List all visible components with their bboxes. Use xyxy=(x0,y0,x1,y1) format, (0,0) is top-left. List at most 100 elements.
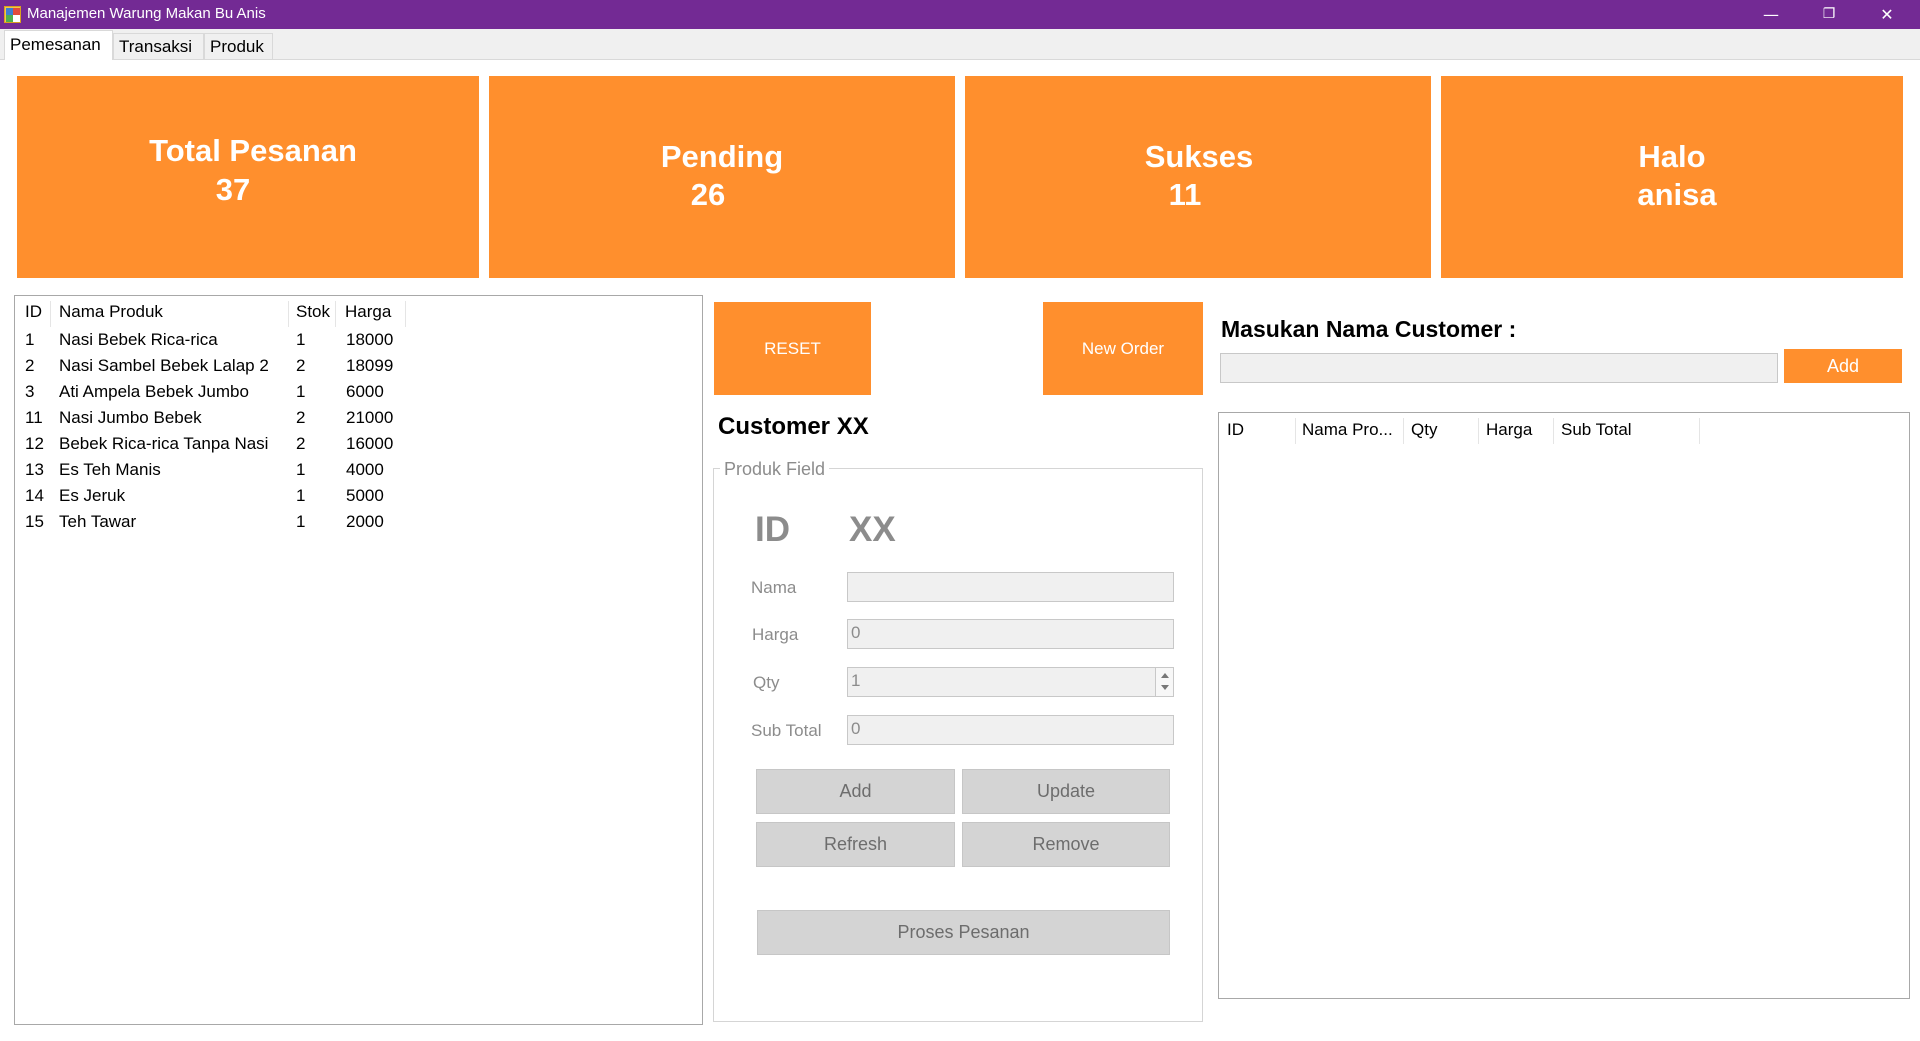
col-header-qty[interactable]: Qty xyxy=(1411,420,1437,444)
halo-user-tile: Halo anisa xyxy=(1441,76,1903,278)
title-bar xyxy=(0,0,1920,29)
minimize-button[interactable]: — xyxy=(1742,0,1800,29)
col-header-nama-produk[interactable]: Nama Pro... xyxy=(1302,420,1393,444)
close-button[interactable]: ✕ xyxy=(1858,0,1916,29)
product-id: 3 xyxy=(25,382,35,401)
product-price: 18000 xyxy=(346,330,394,349)
sukses-label: Sukses xyxy=(1144,139,1254,174)
produk-field-label: Produk Field xyxy=(720,459,830,480)
product-row[interactable]: 13 Es Teh Manis 1 4000 xyxy=(15,460,695,486)
total-pesanan-tile: Total Pesanan 37 xyxy=(17,76,479,278)
tab-produk[interactable]: Produk xyxy=(204,33,273,59)
product-stock: 1 xyxy=(296,486,306,505)
order-list[interactable]: ID Nama Pro... Qty Harga Sub Total xyxy=(1218,412,1910,999)
product-price: 6000 xyxy=(346,382,384,401)
spin-down-icon[interactable] xyxy=(1161,685,1169,690)
total-pesanan-value: 37 xyxy=(215,172,251,207)
product-price: 21000 xyxy=(346,408,394,427)
product-price: 16000 xyxy=(346,434,394,453)
qty-stepper[interactable]: 1 xyxy=(847,667,1174,697)
col-header-stok[interactable]: Stok xyxy=(296,302,330,326)
column-divider[interactable] xyxy=(1699,418,1700,444)
restore-button[interactable]: ❐ xyxy=(1800,0,1858,29)
subtotal-label: Sub Total xyxy=(751,721,822,740)
column-divider[interactable] xyxy=(405,301,406,327)
column-divider[interactable] xyxy=(1478,418,1479,444)
customer-name-prompt: Masukan Nama Customer : xyxy=(1221,316,1517,342)
product-id: 12 xyxy=(25,434,44,453)
product-name: Es Teh Manis xyxy=(59,460,161,479)
col-header-id[interactable]: ID xyxy=(1227,420,1244,444)
tab-pemesanan[interactable]: Pemesanan xyxy=(4,30,113,60)
product-stock: 2 xyxy=(296,356,306,375)
qty-value: 1 xyxy=(851,671,861,690)
product-row[interactable]: 1 Nasi Bebek Rica-rica 1 18000 xyxy=(15,330,695,356)
column-divider[interactable] xyxy=(50,301,51,327)
col-header-sub-total[interactable]: Sub Total xyxy=(1561,420,1632,444)
col-header-id[interactable]: ID xyxy=(25,302,42,326)
harga-label: Harga xyxy=(752,625,799,644)
product-row[interactable]: 12 Bebek Rica-rica Tanpa Nasi 2 16000 xyxy=(15,434,695,460)
id-value: XX xyxy=(849,510,896,549)
nama-label: Nama xyxy=(751,578,797,597)
product-id: 15 xyxy=(25,512,44,531)
qty-label: Qty xyxy=(753,673,780,692)
update-item-button[interactable]: Update xyxy=(962,769,1170,814)
subtotal-field[interactable]: 0 xyxy=(847,715,1174,745)
product-stock: 1 xyxy=(296,460,306,479)
product-name: Nasi Jumbo Bebek xyxy=(59,408,202,427)
new-order-button[interactable]: New Order xyxy=(1043,302,1203,395)
product-id: 11 xyxy=(25,408,43,427)
customer-name-input[interactable] xyxy=(1220,353,1778,383)
product-name: Nasi Sambel Bebek Lalap 2 xyxy=(59,356,269,375)
col-header-harga[interactable]: Harga xyxy=(1486,420,1532,444)
add-customer-button[interactable]: Add xyxy=(1784,349,1902,383)
product-row[interactable]: 2 Nasi Sambel Bebek Lalap 2 2 18099 xyxy=(15,356,695,382)
total-pesanan-label: Total Pesanan xyxy=(149,133,357,168)
pending-tile: Pending 26 xyxy=(489,76,955,278)
product-stock: 1 xyxy=(296,382,306,401)
window-title: Manajemen Warung Makan Bu Anis xyxy=(27,5,266,22)
tab-strip xyxy=(0,29,1920,59)
column-divider[interactable] xyxy=(1295,418,1296,444)
product-stock: 1 xyxy=(296,330,306,349)
product-row[interactable]: 11 Nasi Jumbo Bebek 2 21000 xyxy=(15,408,695,434)
customer-heading: Customer XX xyxy=(718,413,869,440)
tab-transaksi[interactable]: Transaksi xyxy=(113,33,204,59)
product-row[interactable]: 15 Teh Tawar 1 2000 xyxy=(15,512,695,538)
column-divider[interactable] xyxy=(335,301,336,327)
app-icon xyxy=(4,6,21,23)
col-header-nama-produk[interactable]: Nama Produk xyxy=(59,302,163,326)
proses-pesanan-button[interactable]: Proses Pesanan xyxy=(757,910,1170,955)
product-stock: 1 xyxy=(296,512,306,531)
user-name: anisa xyxy=(1637,177,1717,212)
product-row[interactable]: 3 Ati Ampela Bebek Jumbo 1 6000 xyxy=(15,382,695,408)
product-list[interactable]: ID Nama Produk Stok Harga 1 Nasi Bebek R… xyxy=(14,295,703,1025)
product-stock: 2 xyxy=(296,408,306,427)
refresh-button[interactable]: Refresh xyxy=(756,822,955,867)
product-stock: 2 xyxy=(296,434,306,453)
pending-value: 26 xyxy=(690,177,726,212)
product-name: Nasi Bebek Rica-rica xyxy=(59,330,218,349)
product-id: 13 xyxy=(25,460,44,479)
product-price: 2000 xyxy=(346,512,384,531)
column-divider[interactable] xyxy=(1403,418,1404,444)
remove-item-button[interactable]: Remove xyxy=(962,822,1170,867)
sukses-value: 11 xyxy=(1168,177,1202,212)
col-header-harga[interactable]: Harga xyxy=(345,302,391,326)
product-price: 5000 xyxy=(346,486,384,505)
qty-spinner[interactable] xyxy=(1155,668,1173,696)
product-row[interactable]: 14 Es Jeruk 1 5000 xyxy=(15,486,695,512)
harga-field[interactable]: 0 xyxy=(847,619,1174,649)
reset-button[interactable]: RESET xyxy=(714,302,871,395)
product-price: 4000 xyxy=(346,460,384,479)
id-label: ID xyxy=(755,510,790,549)
product-id: 14 xyxy=(25,486,44,505)
add-item-button[interactable]: Add xyxy=(756,769,955,814)
spin-up-icon[interactable] xyxy=(1161,673,1169,678)
nama-field[interactable] xyxy=(847,572,1174,602)
product-name: Ati Ampela Bebek Jumbo xyxy=(59,382,249,401)
product-id: 1 xyxy=(25,330,35,349)
column-divider[interactable] xyxy=(288,301,289,327)
column-divider[interactable] xyxy=(1553,418,1554,444)
